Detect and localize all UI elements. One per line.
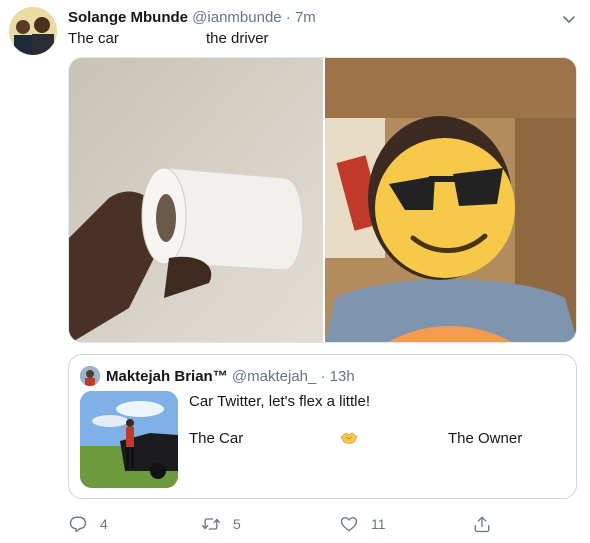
heart-icon <box>340 517 358 532</box>
like-count: 11 <box>371 516 386 532</box>
chevron-down-icon[interactable] <box>560 10 578 28</box>
handshake-icon <box>339 428 359 448</box>
tweet-header: Solange Mbunde @ianmbunde · 7m <box>68 9 316 26</box>
quoted-timestamp: 13h <box>329 368 355 385</box>
quoted-author-name: Maktejah Brian™ <box>106 368 228 385</box>
reply-button[interactable]: 4 <box>68 514 108 534</box>
tweet-media[interactable] <box>68 57 577 343</box>
quoted-label-owner: The Owner <box>448 430 523 447</box>
quoted-tweet-text: Car Twitter, let's flex a little! <box>189 393 370 410</box>
reply-icon <box>69 516 87 533</box>
author-handle[interactable]: @ianmbunde <box>192 9 281 26</box>
retweet-count: 5 <box>233 516 241 532</box>
quoted-car-photo <box>80 391 178 488</box>
toilet-paper-roll-photo[interactable] <box>69 58 323 342</box>
tweet-timestamp[interactable]: 7m <box>295 9 316 26</box>
quoted-author-avatar <box>80 366 100 386</box>
retweet-icon <box>202 518 220 530</box>
tweet-text-left: The car <box>68 30 119 47</box>
author-avatar[interactable] <box>9 7 57 55</box>
quoted-tweet-header: Maktejah Brian™ @maktejah_ · 13h <box>106 368 355 385</box>
man-selfie-with-sunglasses-emoji-photo[interactable] <box>325 58 576 342</box>
quoted-author-handle: @maktejah_ <box>231 368 317 385</box>
quoted-tweet-labels: The Car The Owner <box>189 430 569 450</box>
quoted-separator-dot: · <box>320 368 326 385</box>
like-button[interactable]: 11 <box>339 514 386 534</box>
quoted-tweet[interactable]: Maktejah Brian™ @maktejah_ · 13h Car Twi… <box>68 354 577 499</box>
author-name[interactable]: Solange Mbunde <box>68 9 188 26</box>
share-icon <box>474 516 490 533</box>
share-button[interactable] <box>472 514 492 534</box>
reply-count: 4 <box>100 516 108 532</box>
tweet-text-right: the driver <box>206 30 269 47</box>
action-bar: 4 5 11 <box>68 514 498 536</box>
quoted-label-car: The Car <box>189 430 244 447</box>
separator-dot: · <box>285 9 291 26</box>
retweet-button[interactable]: 5 <box>201 514 241 534</box>
